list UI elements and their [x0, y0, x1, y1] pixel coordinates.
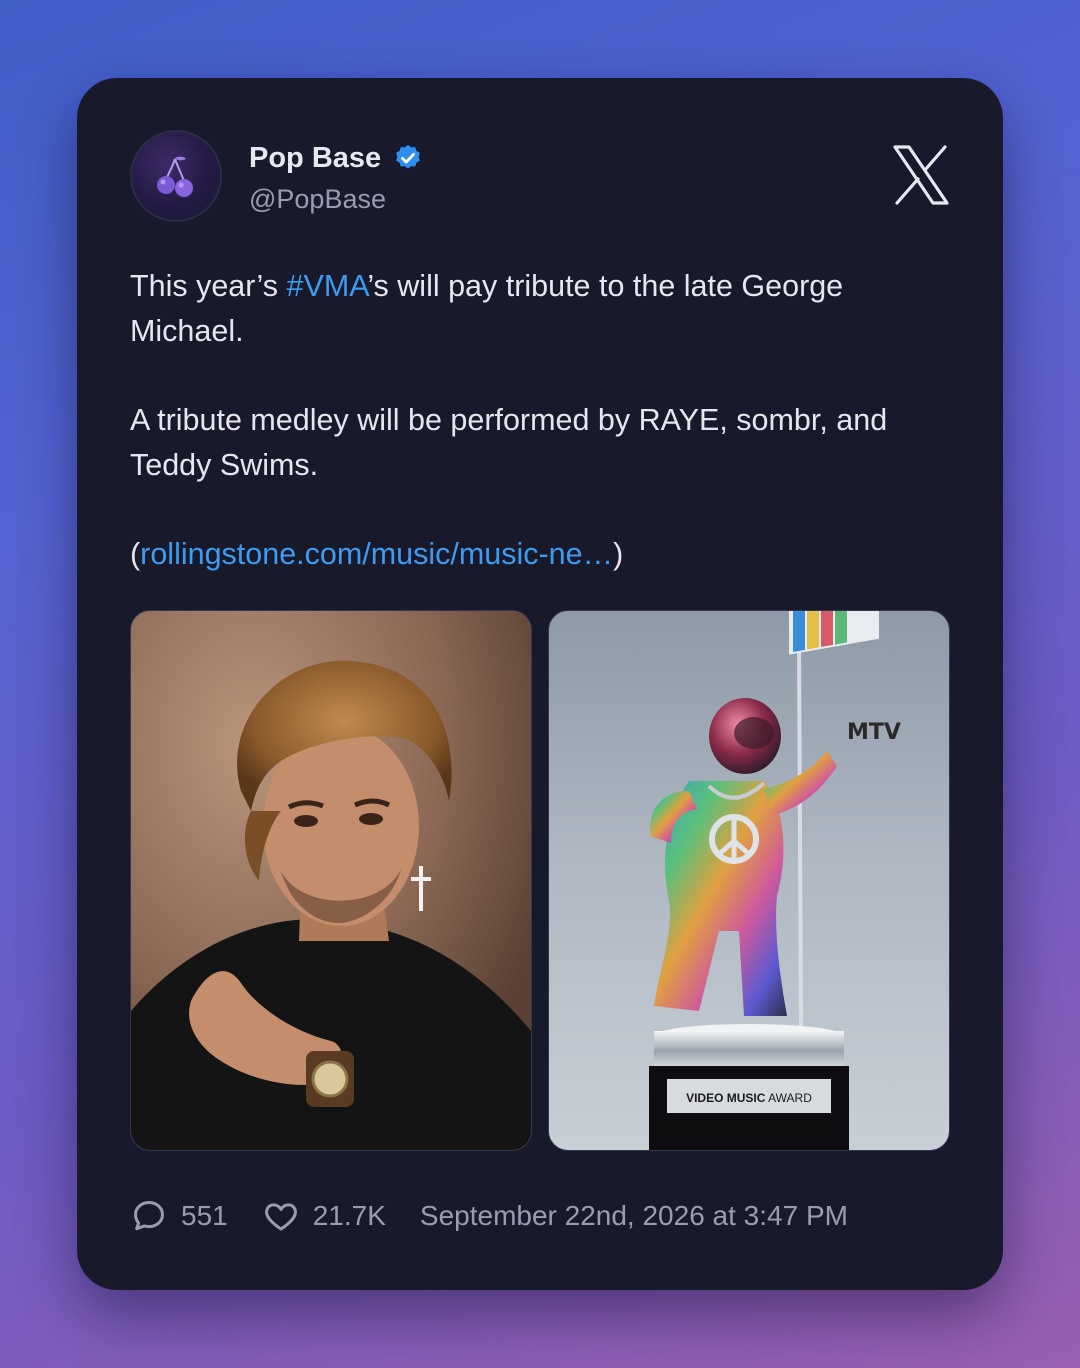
like-count: 21.7K — [312, 1200, 386, 1231]
like-stat[interactable]: 21.7K — [262, 1197, 386, 1235]
plaque-text-regular: AWARD — [765, 1091, 812, 1105]
timestamp[interactable]: September 22nd, 2026 at 3:47 PM — [420, 1200, 848, 1232]
heart-icon — [264, 1203, 297, 1231]
mtv-flag-text: MTV — [847, 720, 901, 745]
author-name-row: Pop Base — [249, 140, 423, 176]
cherry-icon — [157, 156, 193, 197]
media-image-trophy[interactable]: MTV VIDEO MUSIC AWARD — [548, 610, 950, 1151]
paren-open: ( — [130, 537, 141, 571]
verified-badge-icon — [396, 144, 421, 169]
tweet-card[interactable]: Pop Base @PopBase This year’s #VMA’s wil… — [77, 78, 1003, 1290]
tweet-footer: 551 21.7K September 22nd, 2026 at 3:47 P… — [130, 1196, 848, 1236]
plaque-text: VIDEO MUSIC AWARD — [686, 1091, 812, 1105]
reply-stat[interactable]: 551 — [130, 1197, 228, 1235]
tweet-paragraph-3: (rollingstone.com/music/music-ne…) — [130, 532, 950, 577]
tweet-paragraph-1: This year’s #VMA’s will pay tribute to t… — [130, 264, 950, 354]
paren-close: ) — [613, 537, 624, 571]
media-image-portrait[interactable] — [130, 610, 532, 1151]
article-link[interactable]: rollingstone.com/music/music-ne… — [140, 537, 613, 571]
tweet-text-segment: This year’s — [130, 269, 287, 303]
tweet-text: This year’s #VMA’s will pay tribute to t… — [130, 264, 950, 577]
comment-icon — [134, 1201, 164, 1231]
reply-count: 551 — [181, 1200, 228, 1231]
tweet-paragraph-2: A tribute medley will be performed by RA… — [130, 403, 888, 482]
avatar[interactable] — [130, 130, 222, 222]
george-michael-portrait-image — [131, 611, 531, 1150]
plaque-text-bold: VIDEO MUSIC — [686, 1091, 766, 1105]
hashtag-link[interactable]: #VMA — [287, 269, 368, 303]
author-name[interactable]: Pop Base — [249, 140, 381, 176]
author-handle[interactable]: @PopBase — [249, 182, 386, 216]
vma-moonman-trophy-image: MTV VIDEO MUSIC AWARD — [649, 611, 901, 1150]
x-logo-icon[interactable] — [891, 144, 951, 206]
